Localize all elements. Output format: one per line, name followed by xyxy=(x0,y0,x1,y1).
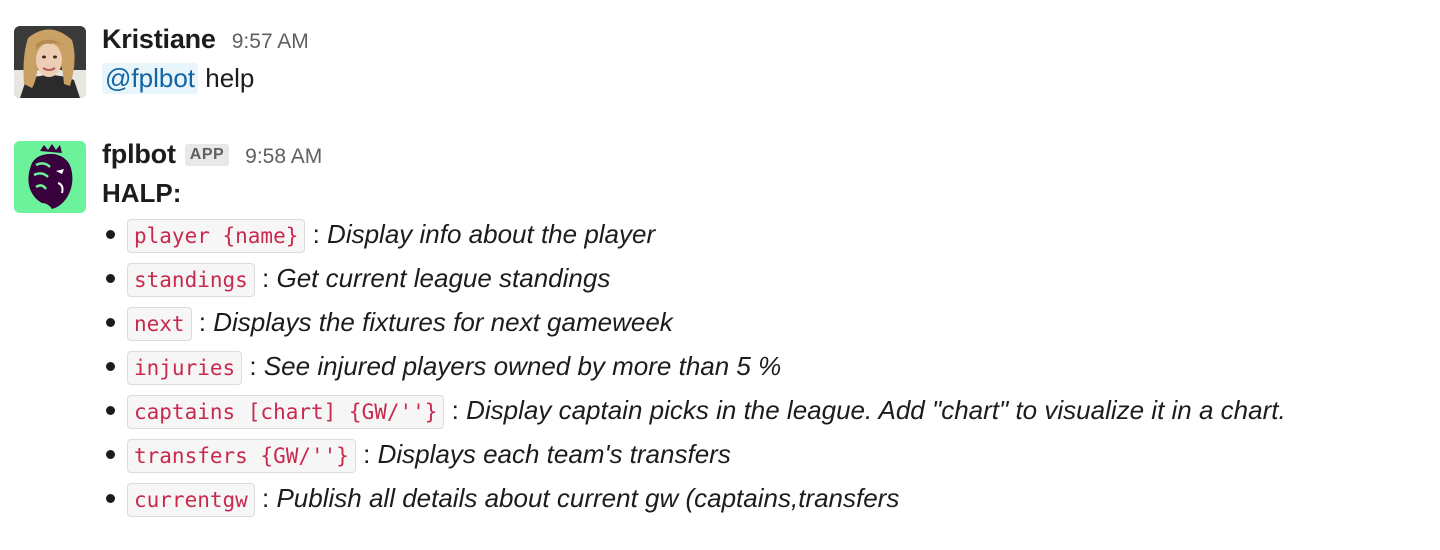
separator: : xyxy=(254,263,277,293)
message-text: @fplbot help xyxy=(102,61,1440,95)
author-name[interactable]: Kristiane xyxy=(102,24,216,55)
separator: : xyxy=(191,307,214,337)
list-item: currentgw : Publish all details about cu… xyxy=(102,476,1440,520)
separator: : xyxy=(254,483,277,513)
app-badge: APP xyxy=(184,144,230,166)
avatar[interactable] xyxy=(14,141,86,213)
command-code: injuries xyxy=(127,351,243,385)
bullet-icon xyxy=(106,450,115,459)
bullet-icon xyxy=(106,274,115,283)
bullet-icon xyxy=(106,318,115,327)
premier-league-lion-icon xyxy=(14,141,86,213)
separator: : xyxy=(305,219,328,249)
message-header: fplbot APP 9:58 AM xyxy=(102,139,1440,170)
command-code: next xyxy=(127,307,192,341)
list-item: player {name} : Display info about the p… xyxy=(102,212,1440,256)
bullet-icon xyxy=(106,362,115,371)
list-item: standings : Get current league standings xyxy=(102,256,1440,300)
help-heading: HALP: xyxy=(102,178,182,208)
separator: : xyxy=(444,395,467,425)
separator: : xyxy=(355,439,378,469)
command-code: transfers {GW/''} xyxy=(127,439,356,473)
timestamp[interactable]: 9:57 AM xyxy=(232,30,309,54)
list-item: transfers {GW/''} : Displays each team's… xyxy=(102,432,1440,476)
list-item: captains [chart] {GW/''} : Display capta… xyxy=(102,388,1440,432)
author-name[interactable]: fplbot xyxy=(102,139,176,170)
user-photo-icon xyxy=(14,26,86,98)
command-description: Display info about the player xyxy=(327,219,656,249)
separator: : xyxy=(242,351,264,381)
command-code: standings xyxy=(127,263,255,297)
avatar[interactable] xyxy=(14,26,86,98)
timestamp[interactable]: 9:58 AM xyxy=(245,145,322,169)
list-item: next : Displays the fixtures for next ga… xyxy=(102,300,1440,344)
message-body: Kristiane 9:57 AM @fplbot help xyxy=(102,24,1440,95)
message-header: Kristiane 9:57 AM xyxy=(102,24,1440,55)
bullet-icon xyxy=(106,406,115,415)
command-list: player {name} : Display info about the p… xyxy=(102,212,1440,520)
command-description: Display captain picks in the league. Add… xyxy=(466,395,1286,425)
command-description: Displays each team's transfers xyxy=(377,439,731,469)
command-description: See injured players owned by more than 5… xyxy=(263,351,782,381)
message-body: fplbot APP 9:58 AM HALP: player {name} :… xyxy=(102,139,1440,520)
command-code: captains [chart] {GW/''} xyxy=(127,395,445,429)
list-item: injuries : See injured players owned by … xyxy=(102,344,1440,388)
command-code: player {name} xyxy=(127,219,306,253)
user-mention[interactable]: @fplbot xyxy=(102,63,198,94)
command-description: Publish all details about current gw (ca… xyxy=(276,483,900,513)
bullet-icon xyxy=(106,230,115,239)
command-description: Get current league standings xyxy=(276,263,611,293)
command-description: Displays the fixtures for next gameweek xyxy=(213,307,673,337)
message-plain-text: help xyxy=(205,63,255,93)
bullet-icon xyxy=(106,494,115,503)
command-code: currentgw xyxy=(127,483,255,517)
